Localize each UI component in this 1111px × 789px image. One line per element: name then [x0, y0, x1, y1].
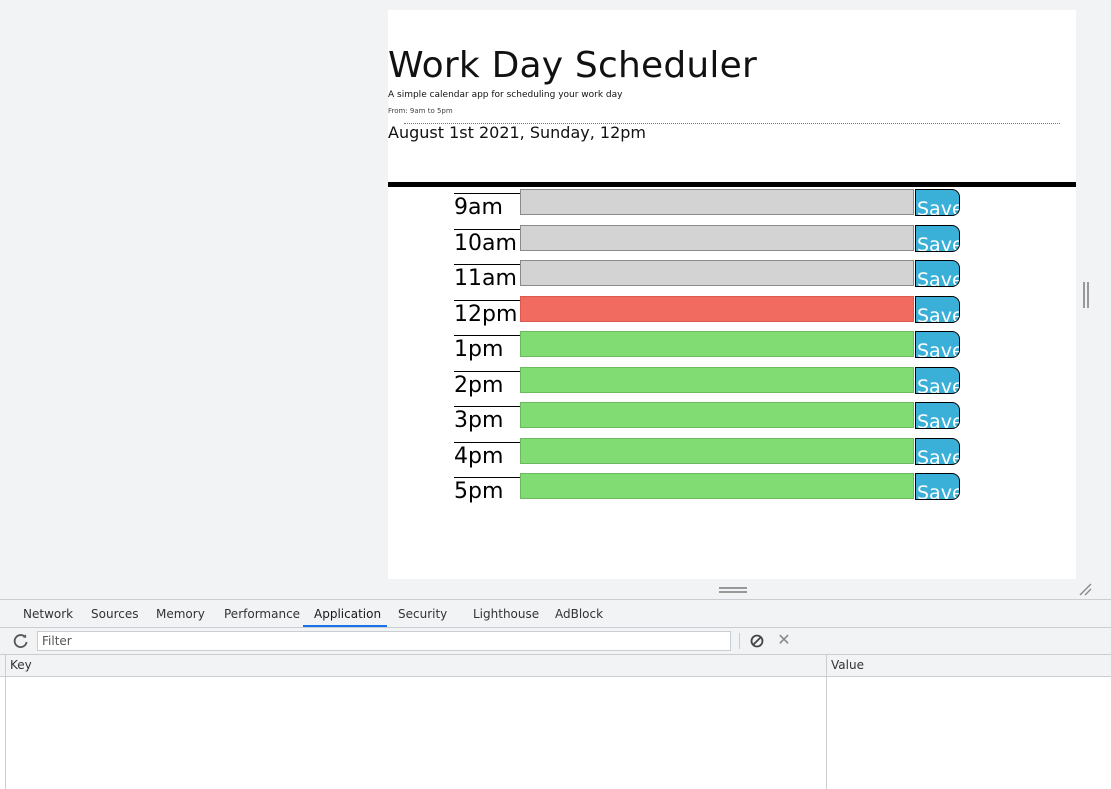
time-block-list: 9am Save 10am Save 11am Save 12pm Save 1…	[454, 189, 962, 509]
task-input[interactable]	[520, 402, 914, 428]
hour-label: 10am	[454, 228, 520, 256]
tab-application[interactable]: Application	[314, 600, 381, 627]
tab-lighthouse[interactable]: Lighthouse	[473, 600, 539, 627]
tab-memory[interactable]: Memory	[156, 600, 205, 627]
table-left-border	[5, 655, 6, 789]
delete-selected-icon[interactable]: ✕	[775, 631, 793, 649]
toolbar-separator	[739, 633, 740, 649]
save-button[interactable]: Save	[915, 260, 960, 287]
tab-sources[interactable]: Sources	[91, 600, 138, 627]
save-button[interactable]: Save	[915, 473, 960, 500]
save-button[interactable]: Save	[915, 366, 960, 394]
save-button[interactable]: Save	[915, 295, 960, 323]
hour-label: 1pm	[454, 335, 520, 362]
task-input[interactable]	[520, 260, 914, 286]
hour-label: 3pm	[454, 406, 520, 433]
filter-input[interactable]	[37, 631, 731, 651]
column-key[interactable]: Key	[10, 655, 32, 676]
save-button[interactable]: Save	[915, 437, 960, 465]
tab-adblock[interactable]: AdBlock	[555, 600, 603, 627]
page-lead: A simple calendar app for scheduling you…	[388, 90, 623, 100]
storage-table-header: Key Value	[0, 655, 1111, 677]
viewport-height-handle[interactable]	[719, 587, 747, 593]
save-button[interactable]: Save	[915, 189, 960, 216]
devtools-panel: Network Sources Memory Performance Appli…	[0, 599, 1111, 789]
clear-all-icon[interactable]	[748, 632, 766, 650]
save-button[interactable]: Save	[915, 331, 960, 358]
time-block: 4pm Save	[454, 437, 962, 474]
time-block: 10am Save	[454, 224, 962, 261]
tab-network[interactable]: Network	[23, 600, 73, 627]
hour-label: 9am	[454, 193, 520, 220]
tab-performance[interactable]: Performance	[224, 600, 300, 627]
task-input[interactable]	[520, 224, 914, 251]
active-tab-indicator	[303, 625, 387, 627]
time-block: 5pm Save	[454, 473, 962, 509]
hour-label: 5pm	[454, 477, 520, 504]
tab-security[interactable]: Security	[398, 600, 447, 627]
task-input[interactable]	[520, 437, 914, 464]
devtools-tabbar: Network Sources Memory Performance Appli…	[0, 600, 1111, 628]
column-value[interactable]: Value	[831, 655, 864, 676]
viewport-width-handle[interactable]	[1083, 282, 1089, 308]
hour-label: 4pm	[454, 441, 520, 469]
time-block: 9am Save	[454, 189, 962, 225]
hour-label: 2pm	[454, 370, 520, 398]
hour-label: 11am	[454, 264, 520, 291]
task-input[interactable]	[520, 295, 914, 322]
task-input[interactable]	[520, 189, 914, 215]
save-button[interactable]: Save	[915, 402, 960, 429]
task-input[interactable]	[520, 331, 914, 357]
time-block: 12pm Save	[454, 295, 962, 332]
save-button[interactable]: Save	[915, 224, 960, 252]
time-block: 11am Save	[454, 260, 962, 296]
page-viewport: Work Day Scheduler A simple calendar app…	[388, 10, 1076, 579]
column-divider[interactable]	[826, 655, 827, 789]
task-input[interactable]	[520, 366, 914, 393]
time-block: 1pm Save	[454, 331, 962, 367]
task-input[interactable]	[520, 473, 914, 499]
time-block: 2pm Save	[454, 366, 962, 403]
page-sublead: From: 9am to 5pm	[388, 107, 453, 115]
current-day: August 1st 2021, Sunday, 12pm	[388, 123, 646, 142]
header-rule	[388, 182, 1076, 187]
resize-corner-icon[interactable]	[1078, 582, 1092, 596]
storage-toolbar: ✕	[0, 628, 1111, 655]
hour-label: 12pm	[454, 299, 520, 327]
time-block: 3pm Save	[454, 402, 962, 438]
refresh-icon[interactable]	[12, 632, 30, 650]
page-title: Work Day Scheduler	[388, 45, 757, 86]
